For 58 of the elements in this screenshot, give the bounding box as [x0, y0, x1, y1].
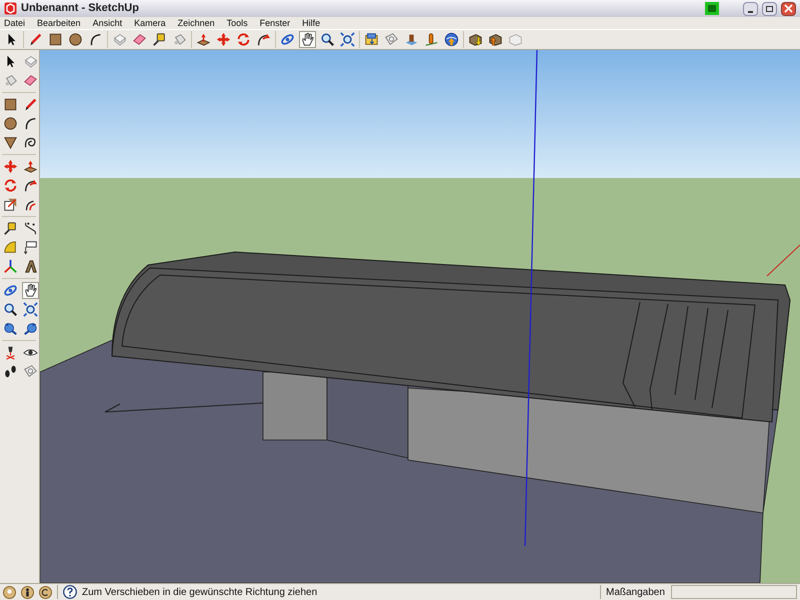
menu-item[interactable]: Zeichnen: [176, 17, 217, 29]
minimize-button[interactable]: [743, 2, 758, 16]
menu-item[interactable]: Fenster: [258, 17, 292, 29]
measurements-field[interactable]: [671, 585, 797, 599]
circle-icon[interactable]: [67, 31, 84, 48]
tape-measure-icon[interactable]: [151, 31, 168, 48]
protractor-icon[interactable]: [2, 239, 19, 256]
globe-icon[interactable]: [443, 31, 460, 48]
restore-button[interactable]: [762, 2, 777, 16]
zoom-extents-icon[interactable]: [22, 301, 38, 318]
four-way-arrows-icon[interactable]: [215, 31, 232, 48]
scale-icon[interactable]: [2, 196, 19, 213]
menu-item[interactable]: Datei: [2, 17, 28, 29]
menu-item[interactable]: Tools: [224, 17, 250, 29]
follow-me-icon[interactable]: [255, 31, 272, 48]
eraser-icon[interactable]: [131, 31, 148, 48]
menu-item[interactable]: Kamera: [132, 17, 168, 29]
cube-icon[interactable]: [111, 31, 128, 48]
push-pull-icon[interactable]: [195, 31, 212, 48]
square-icon[interactable]: [47, 31, 64, 48]
push-pull-icon[interactable]: [22, 158, 38, 175]
section-plane-icon[interactable]: [22, 363, 38, 380]
printer-icon: [705, 2, 719, 15]
menu-item[interactable]: Bearbeiten: [35, 17, 83, 29]
box-down-arrow-icon[interactable]: [467, 31, 484, 48]
close-button[interactable]: [781, 2, 796, 16]
axes-icon[interactable]: [2, 258, 19, 275]
3d-viewport[interactable]: [40, 50, 800, 583]
axis-line: [766, 244, 800, 276]
rotate-arrows-icon[interactable]: [235, 31, 252, 48]
hand-icon[interactable]: [22, 282, 38, 299]
zoom-forward-icon[interactable]: [22, 320, 38, 337]
location-pin-icon[interactable]: [423, 31, 440, 48]
zoom-back-icon[interactable]: [2, 320, 19, 337]
app-logo-icon: [4, 2, 17, 15]
section-plane-icon[interactable]: [383, 31, 400, 48]
eraser-icon[interactable]: [22, 72, 38, 89]
copyright-icon: [39, 586, 52, 598]
square-icon[interactable]: [2, 96, 19, 113]
window-title: Unbenannt - SketchUp: [21, 1, 139, 16]
status-message: Zum Verschieben in die gewünschte Richtung ziehen: [82, 586, 318, 600]
tape-measure-icon[interactable]: [2, 220, 19, 237]
footprints-icon[interactable]: [2, 363, 19, 380]
text-label-icon[interactable]: [22, 239, 38, 256]
triangle-icon[interactable]: [2, 134, 19, 151]
zoom-extents-icon[interactable]: [339, 31, 356, 48]
menu-item[interactable]: Ansicht: [90, 17, 124, 29]
menu-item[interactable]: Hilfe: [300, 17, 322, 29]
rotate-arrows-icon[interactable]: [2, 177, 19, 194]
magnifier-icon[interactable]: [319, 31, 336, 48]
hand-icon[interactable]: [299, 31, 316, 48]
magnifier-icon[interactable]: [2, 301, 19, 318]
four-way-arrows-icon[interactable]: [2, 158, 19, 175]
help-icon[interactable]: [63, 585, 77, 599]
scene-folder-icon[interactable]: [363, 31, 380, 48]
box-up-arrow-icon[interactable]: [487, 31, 504, 48]
measurements-label: Maßangaben: [606, 586, 666, 600]
circle-icon[interactable]: [2, 115, 19, 132]
